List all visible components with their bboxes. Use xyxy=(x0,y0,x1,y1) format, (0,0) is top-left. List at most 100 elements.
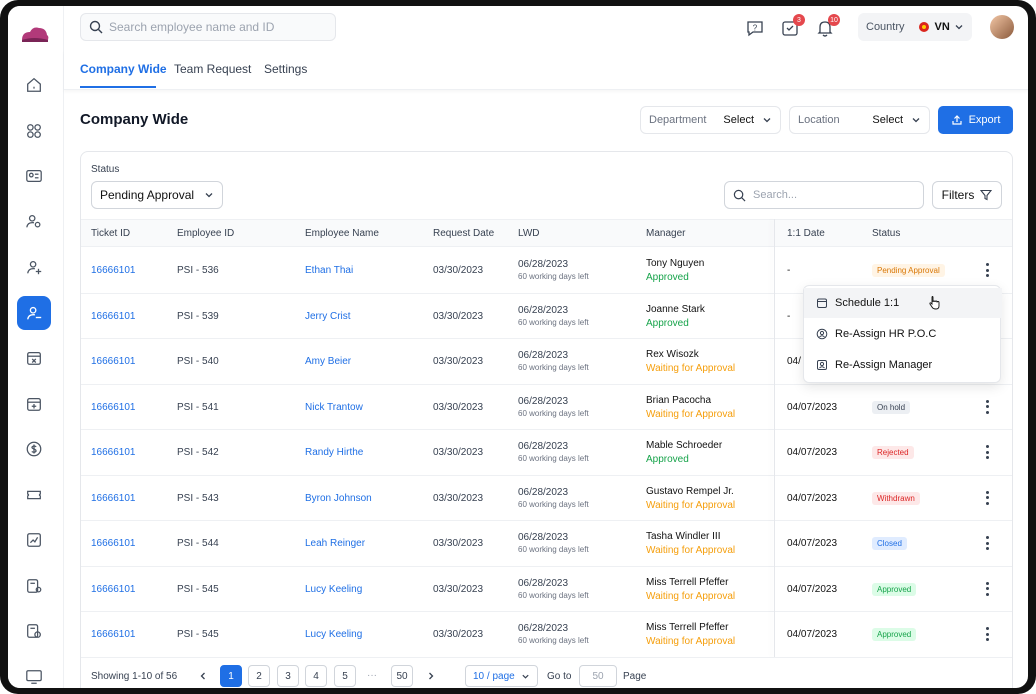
ticket-id-link[interactable]: 16666101 xyxy=(91,584,136,595)
page-1-button[interactable]: 1 xyxy=(220,665,242,687)
upload-icon xyxy=(951,115,962,125)
chevron-down-icon xyxy=(912,118,920,123)
table-row[interactable]: 16666101 PSI - 545 Lucy Keeling 03/30/2023 0… xyxy=(81,567,1012,612)
ticket-id-link[interactable]: 16666101 xyxy=(91,265,136,276)
doc-settings-icon[interactable] xyxy=(17,614,51,648)
goto-page-input[interactable]: 50 xyxy=(579,665,617,687)
more-vertical-icon[interactable] xyxy=(985,399,989,414)
one-on-one-date: 04/07/2023 xyxy=(787,629,838,640)
more-vertical-icon[interactable] xyxy=(985,490,989,505)
ticket-id-link[interactable]: 16666101 xyxy=(91,311,136,322)
table-row[interactable]: 16666101 PSI - 541 Nick Trantow 03/30/2023 0… xyxy=(81,385,1012,430)
more-vertical-icon[interactable] xyxy=(985,263,989,277)
department-dropdown[interactable]: Department Select xyxy=(640,106,781,134)
doc-user-icon[interactable] xyxy=(17,569,51,603)
table-row[interactable]: 16666101 PSI - 543 Byron Johnson 03/30/2023… xyxy=(81,476,1012,521)
employee-name-link[interactable]: Nick Trantow xyxy=(305,402,363,413)
col-manager[interactable]: Manager xyxy=(646,228,685,239)
dollar-icon[interactable] xyxy=(17,432,51,466)
employee-search-input[interactable]: Search employee name and ID xyxy=(80,13,336,41)
more-vertical-icon[interactable] xyxy=(985,536,989,550)
location-dropdown[interactable]: Location Select xyxy=(789,106,930,134)
monitor-icon[interactable] xyxy=(17,660,51,688)
col-status[interactable]: Status xyxy=(872,228,900,239)
tasks-icon[interactable]: 3 xyxy=(780,14,805,38)
page-50-button[interactable]: 50 xyxy=(391,665,413,687)
table-search-input[interactable]: Search... xyxy=(724,181,924,209)
user-add-icon[interactable] xyxy=(17,250,51,284)
bell-badge: 10 xyxy=(828,14,840,26)
user-search-icon[interactable] xyxy=(17,204,51,238)
page-4-button[interactable]: 4 xyxy=(305,665,327,687)
ticket-id-link[interactable]: 16666101 xyxy=(91,538,136,549)
page-5-button[interactable]: 5 xyxy=(334,665,356,687)
employee-name-link[interactable]: Leah Reinger xyxy=(305,538,365,549)
col-lwd[interactable]: LWD xyxy=(518,228,539,239)
apps-grid-icon[interactable] xyxy=(17,114,51,148)
chart-doc-icon[interactable] xyxy=(17,523,51,557)
bell-icon[interactable]: 10 xyxy=(815,14,840,38)
tab-team-request[interactable]: Team Request xyxy=(174,62,251,76)
ticket-id-link[interactable]: 16666101 xyxy=(91,629,136,640)
employee-name-link[interactable]: Lucy Keeling xyxy=(305,584,362,595)
page-2-button[interactable]: 2 xyxy=(248,665,270,687)
table-row[interactable]: 16666101 PSI - 542 Randy Hirthe 03/30/2023 0… xyxy=(81,430,1012,476)
employee-name-link[interactable]: Ethan Thai xyxy=(305,265,353,276)
pagination-ellipsis[interactable]: ··· xyxy=(367,670,377,681)
col-employee-id[interactable]: Employee ID xyxy=(177,228,234,239)
ticket-icon[interactable] xyxy=(17,478,51,512)
request-date: 03/30/2023 xyxy=(433,538,484,549)
manager-approval-status: Waiting for Approval xyxy=(646,363,736,374)
employee-name-link[interactable]: Lucy Keeling xyxy=(305,629,362,640)
more-vertical-icon[interactable] xyxy=(985,581,989,596)
table-row[interactable]: 16666101 PSI - 545 Lucy Keeling 03/30/2023 0… xyxy=(81,612,1012,658)
menu-item-schedule[interactable]: Schedule 1:1 xyxy=(804,288,1002,318)
employee-name-link[interactable]: Byron Johnson xyxy=(305,493,372,504)
status-badge: Rejected xyxy=(872,446,914,459)
filters-button[interactable]: Filters xyxy=(932,181,1002,209)
page-size-select[interactable]: 10 / page xyxy=(465,665,538,687)
tab-settings[interactable]: Settings xyxy=(264,62,307,76)
status-filter-dropdown[interactable]: Pending Approval xyxy=(91,181,223,209)
col-employee-name[interactable]: Employee Name xyxy=(305,228,379,239)
country-code: VN xyxy=(934,21,950,33)
working-days-left: 60 working days left xyxy=(518,590,589,600)
chevron-down-icon xyxy=(522,674,529,679)
help-icon[interactable]: ? xyxy=(745,18,765,38)
menu-item-reassign-hr[interactable]: Re-Assign HR P.O.C xyxy=(804,319,1002,349)
chevron-left-icon[interactable] xyxy=(198,671,208,681)
more-vertical-icon[interactable] xyxy=(985,627,989,641)
manager-name: Miss Terrell Pfeffer xyxy=(646,622,729,633)
table-row[interactable]: 16666101 PSI - 544 Leah Reinger 03/30/2023 0… xyxy=(81,521,1012,567)
chevron-right-icon[interactable] xyxy=(426,671,436,681)
page-3-button[interactable]: 3 xyxy=(277,665,299,687)
home-icon[interactable] xyxy=(17,68,51,102)
manager-name: Miss Terrell Pfeffer xyxy=(646,576,729,588)
id-card-icon[interactable] xyxy=(17,159,51,193)
export-button[interactable]: Export xyxy=(938,106,1013,134)
more-vertical-icon[interactable] xyxy=(985,445,989,459)
ticket-id-link[interactable]: 16666101 xyxy=(91,402,136,413)
working-days-left: 60 working days left xyxy=(518,545,589,554)
col-request-date[interactable]: Request Date xyxy=(433,228,494,239)
calendar-add-icon[interactable] xyxy=(17,387,51,421)
col-one-on-one-date[interactable]: 1:1 Date xyxy=(787,228,825,239)
top-bar: Search employee name and ID ? 3 10 Count… xyxy=(64,6,1028,50)
employee-name-link[interactable]: Randy Hirthe xyxy=(305,447,363,458)
calendar-icon xyxy=(817,298,827,308)
employee-name-link[interactable]: Jerry Crist xyxy=(305,311,351,322)
filters-label: Filters xyxy=(941,188,975,202)
user-avatar[interactable] xyxy=(990,15,1014,39)
user-exit-icon[interactable] xyxy=(17,296,51,330)
calendar-x-icon[interactable] xyxy=(17,341,51,375)
ticket-id-link[interactable]: 16666101 xyxy=(91,447,136,458)
employee-name-link[interactable]: Amy Beier xyxy=(305,356,351,367)
country-selector[interactable]: Country VN xyxy=(858,13,972,41)
filter-icon xyxy=(980,189,993,201)
request-date: 03/30/2023 xyxy=(433,492,484,504)
ticket-id-link[interactable]: 16666101 xyxy=(91,356,136,367)
menu-item-reassign-manager[interactable]: Re-Assign Manager xyxy=(804,350,1002,380)
col-ticket-id[interactable]: Ticket ID xyxy=(91,228,130,239)
ticket-id-link[interactable]: 16666101 xyxy=(91,493,136,504)
tab-company-wide[interactable]: Company Wide xyxy=(80,62,167,76)
